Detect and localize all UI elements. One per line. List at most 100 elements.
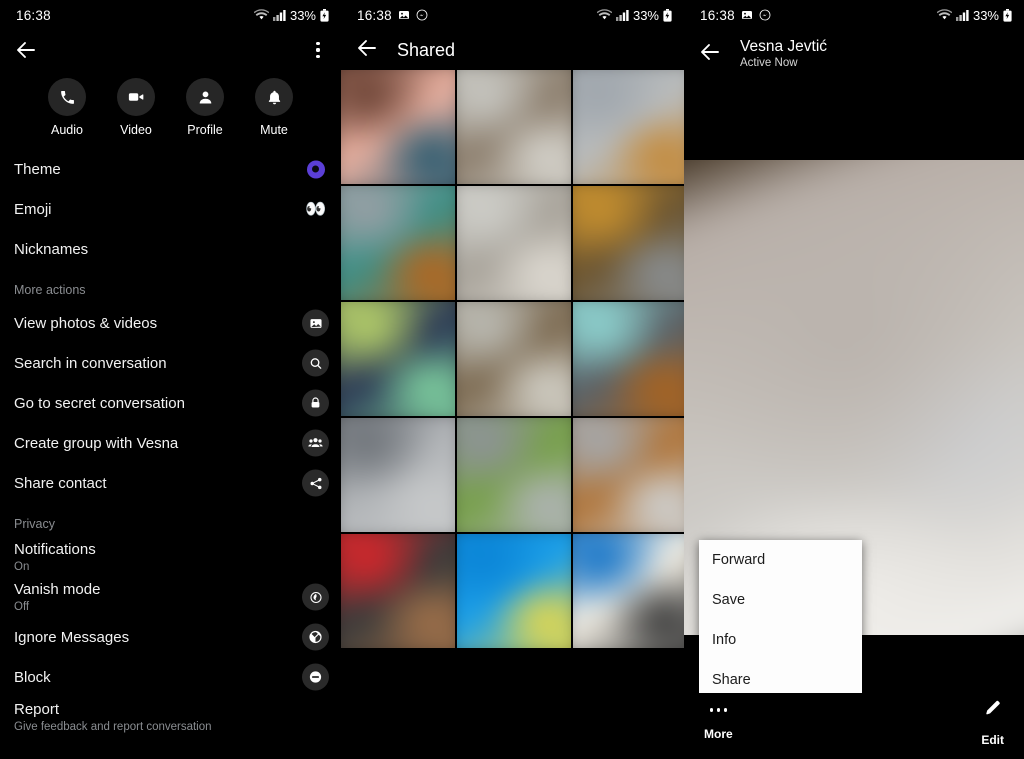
menu-item-label: Vanish mode	[14, 580, 101, 598]
section-privacy: Privacy	[14, 517, 55, 531]
back-arrow-icon[interactable]	[355, 36, 379, 65]
battery-percent: 33%	[632, 7, 659, 23]
menu-item-search-in-conversation[interactable]: Search in conversation	[0, 343, 341, 383]
cellular-signal-icon	[955, 9, 969, 21]
contact-name: Vesna Jevtić	[740, 38, 828, 55]
page-title: Shared	[397, 39, 456, 60]
menu-item-label: Report	[14, 700, 60, 718]
context-menu-item-info[interactable]: Info	[699, 620, 862, 660]
media-grid-item[interactable]	[573, 534, 684, 648]
shared-top-bar: Shared	[341, 30, 684, 70]
photo-coke-cup	[341, 534, 455, 648]
media-grid-item[interactable]	[341, 418, 455, 532]
context-menu-item-save[interactable]: Save	[699, 580, 862, 620]
person-icon	[186, 78, 224, 116]
photo-viewer-bottom-bar: More Edit	[684, 693, 1024, 759]
menu-item-share-contact[interactable]: Share contact	[0, 463, 341, 503]
left-top-bar	[0, 30, 341, 70]
kebab-menu-icon[interactable]	[309, 38, 327, 62]
menu-item-label: Share contact	[14, 474, 107, 492]
back-arrow-icon[interactable]	[698, 40, 722, 69]
presence-status: Active Now	[740, 57, 798, 69]
image-icon	[741, 9, 753, 21]
media-grid-item[interactable]	[573, 302, 684, 416]
photo-paper-white	[457, 186, 571, 300]
more-button-label: More	[704, 727, 733, 741]
conversation-details-panel: 16:38 33% Audio Video Profile Mute Theme…	[0, 0, 341, 759]
menu-item-secret-conversation[interactable]: Go to secret conversation	[0, 383, 341, 423]
quick-action-audio[interactable]: Audio	[36, 78, 98, 137]
photo-sidewalk	[457, 418, 571, 532]
menu-item-label: Nicknames	[14, 240, 89, 258]
more-button[interactable]: More	[704, 703, 733, 741]
menu-item-view-photos-videos[interactable]: View photos & videos	[0, 303, 341, 343]
media-grid-item[interactable]	[457, 186, 571, 300]
three-panel-screenshot: 16:38 33% Audio Video Profile Mute Theme…	[0, 0, 1024, 759]
photo-pool-edge	[573, 418, 684, 532]
context-menu-item-forward[interactable]: Forward	[699, 540, 862, 580]
photo-paper-gray	[457, 70, 571, 184]
menu-item-vanish-mode[interactable]: Vanish mode Off	[0, 577, 341, 617]
details-menu-list: Theme Emoji 👀 Nicknames More actions Vie…	[0, 137, 341, 737]
image-icon	[398, 9, 410, 21]
media-grid-item[interactable]	[457, 302, 571, 416]
menu-item-label: View photos & videos	[14, 314, 158, 332]
contact-header[interactable]: Vesna Jevtić Active Now	[740, 37, 827, 71]
menu-item-create-group[interactable]: Create group with Vesna	[0, 423, 341, 463]
quick-action-video[interactable]: Video	[105, 78, 167, 137]
theme-color-dot-icon	[302, 156, 329, 183]
context-menu-label: Info	[712, 632, 737, 648]
eyes-emoji-icon: 👀	[302, 196, 329, 223]
media-grid-item[interactable]	[341, 186, 455, 300]
media-grid-item[interactable]	[573, 186, 684, 300]
search-icon	[302, 349, 329, 377]
media-grid-item[interactable]	[341, 70, 455, 184]
lock-icon	[302, 389, 329, 417]
quick-action-label: Video	[120, 123, 152, 137]
menu-item-nicknames[interactable]: Nicknames	[0, 229, 341, 269]
context-menu-label: Forward	[712, 552, 766, 568]
wifi-icon	[253, 9, 270, 21]
block-icon	[302, 663, 329, 691]
photo-wood-table	[573, 186, 684, 300]
section-more-actions: More actions	[14, 283, 86, 297]
menu-item-label: Theme	[14, 160, 61, 178]
menu-item-report[interactable]: Report Give feedback and report conversa…	[0, 697, 341, 737]
pencil-icon	[983, 698, 1003, 723]
menu-item-subtitle: Give feedback and report conversation	[14, 720, 212, 733]
menu-item-notifications[interactable]: Notifications On	[0, 537, 341, 577]
menu-item-subtitle: Off	[14, 600, 30, 613]
edit-button[interactable]: Edit	[981, 698, 1004, 747]
menu-item-label: Create group with Vesna	[14, 434, 179, 452]
shared-media-panel: 16:38 33% Shared	[341, 0, 684, 759]
battery-icon	[663, 8, 672, 22]
status-time: 16:38	[700, 7, 735, 23]
battery-icon	[1003, 8, 1012, 22]
photo-floor-gray	[341, 418, 455, 532]
media-grid-item[interactable]	[457, 70, 571, 184]
media-grid-item[interactable]	[341, 302, 455, 416]
messenger-icon	[416, 9, 428, 21]
photo-blue-water	[457, 534, 571, 648]
battery-percent: 33%	[289, 7, 316, 23]
media-grid-item[interactable]	[573, 70, 684, 184]
context-menu-label: Save	[712, 592, 746, 608]
menu-item-emoji[interactable]: Emoji 👀	[0, 189, 341, 229]
menu-item-ignore-messages[interactable]: Ignore Messages	[0, 617, 341, 657]
media-grid-item[interactable]	[573, 418, 684, 532]
menu-item-theme[interactable]: Theme	[0, 149, 341, 189]
menu-item-block[interactable]: Block	[0, 657, 341, 697]
photo-pavement	[341, 186, 455, 300]
quick-action-mute[interactable]: Mute	[243, 78, 305, 137]
media-grid-item[interactable]	[341, 534, 455, 648]
media-grid-item[interactable]	[457, 418, 571, 532]
wifi-icon	[936, 9, 953, 21]
status-time: 16:38	[16, 7, 51, 23]
share-icon	[302, 469, 329, 497]
photo-fabric-green	[341, 302, 455, 416]
quick-action-profile[interactable]: Profile	[174, 78, 236, 137]
status-bar-left-group: 16:38	[357, 8, 428, 23]
media-grid-item[interactable]	[457, 534, 571, 648]
back-arrow-icon[interactable]	[14, 38, 38, 62]
photo-teal-wall	[573, 302, 684, 416]
